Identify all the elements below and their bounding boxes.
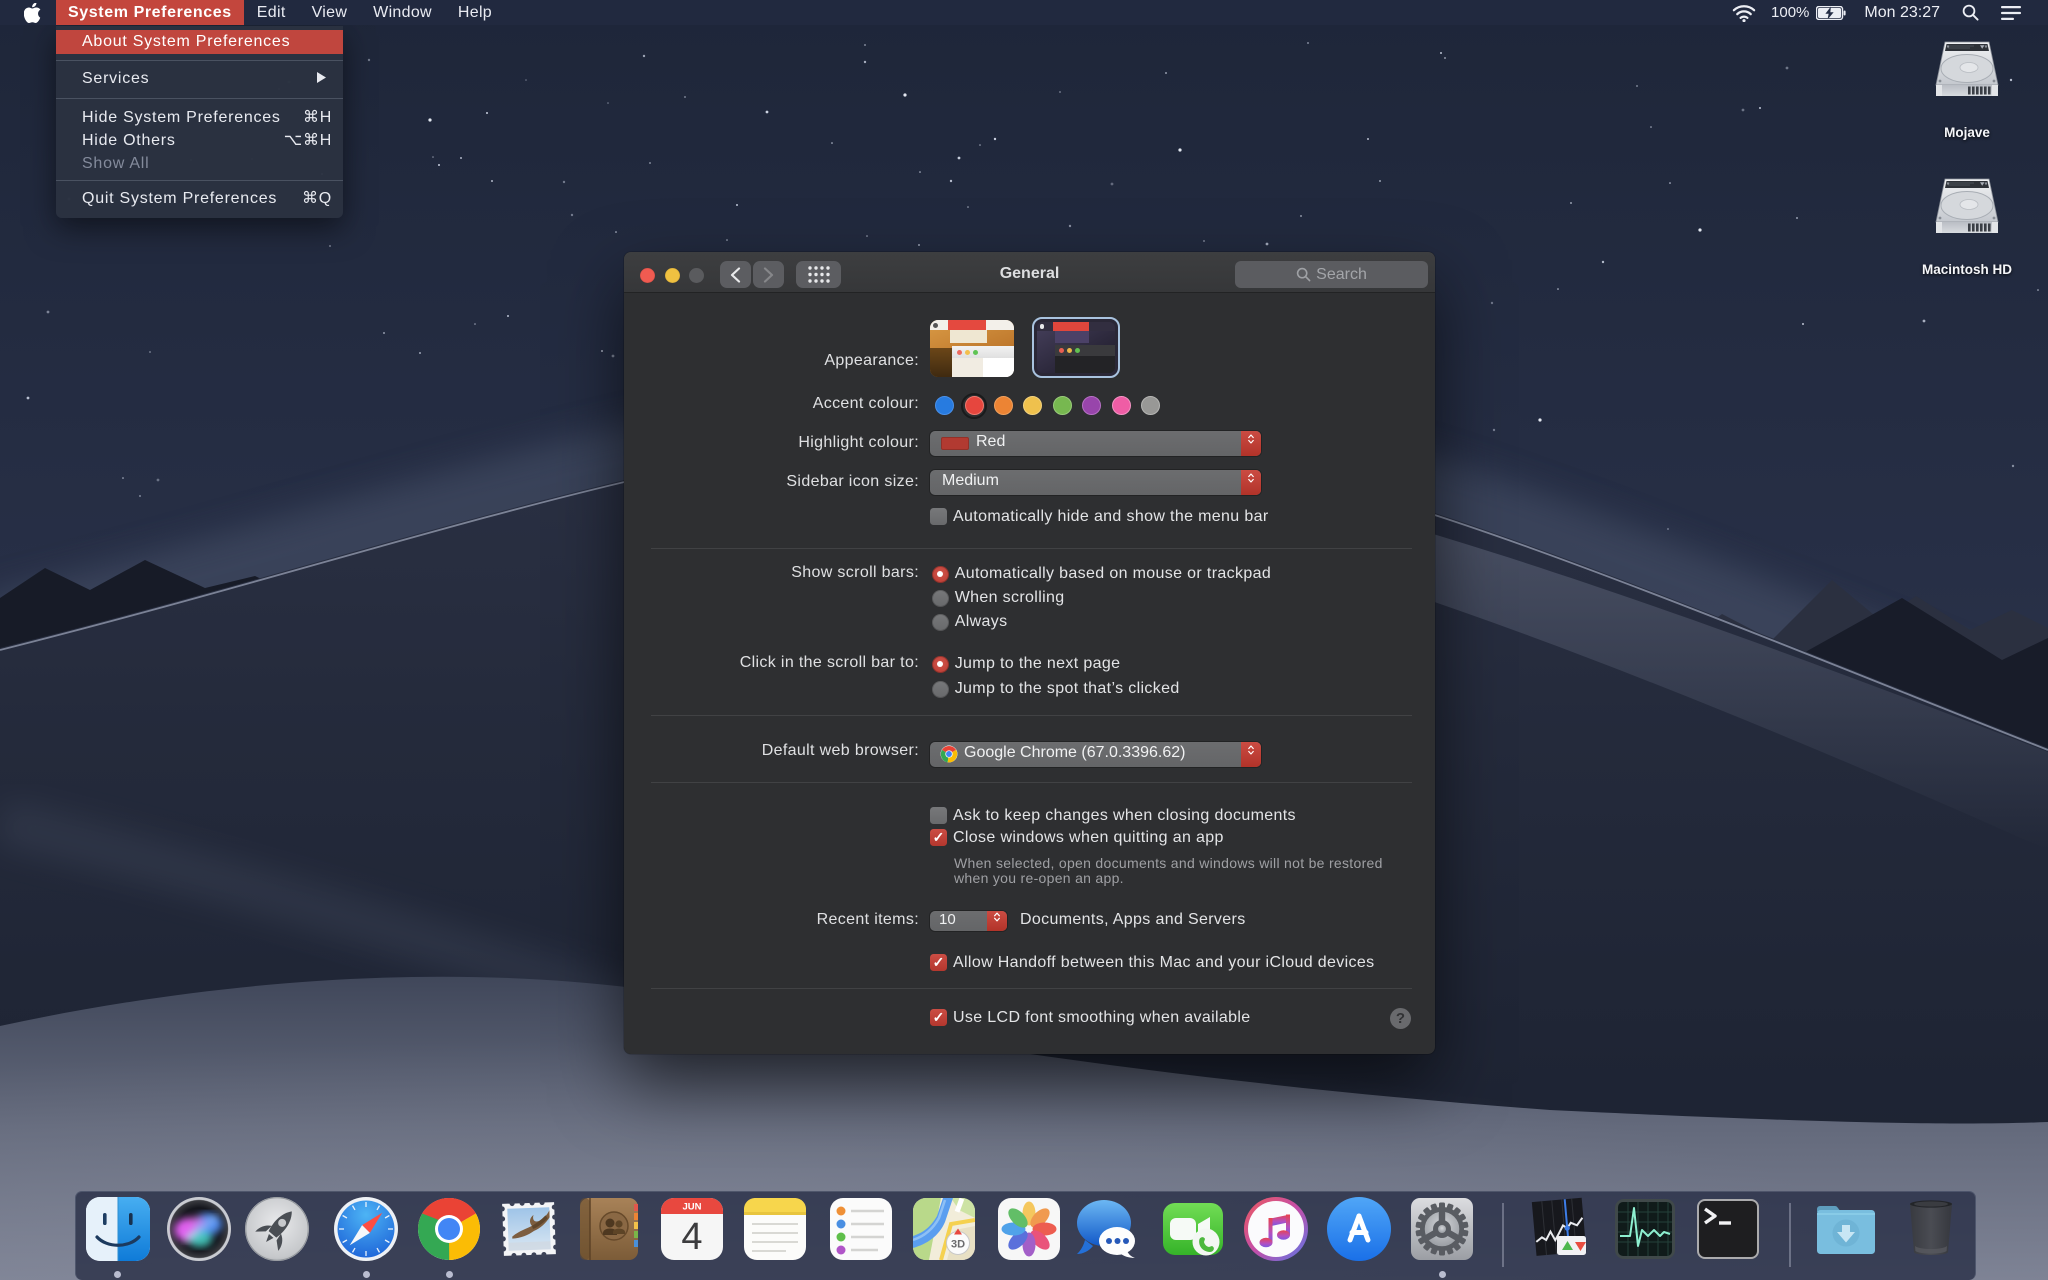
svg-text:3D: 3D: [951, 1239, 965, 1251]
svg-text:JUN: JUN: [682, 1202, 701, 1213]
svg-text:4: 4: [681, 1216, 702, 1258]
